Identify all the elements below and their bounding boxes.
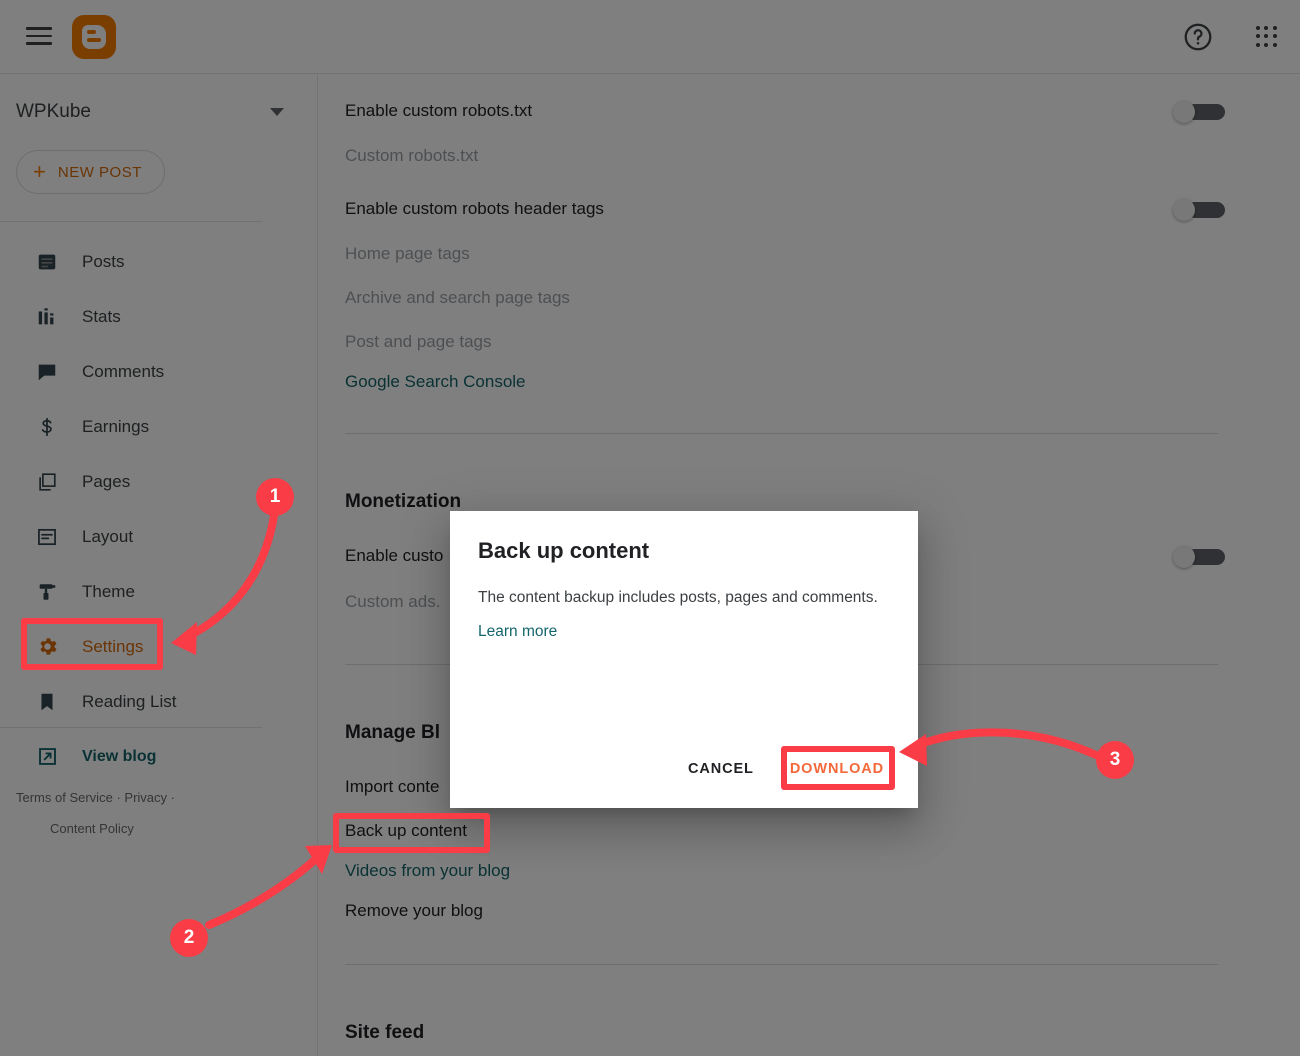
cancel-button[interactable]: CANCEL bbox=[674, 752, 768, 786]
back-up-content-dialog: Back up content The content backup inclu… bbox=[450, 511, 918, 808]
dialog-actions: CANCEL DOWNLOAD bbox=[674, 752, 898, 786]
dialog-body-text: The content backup includes posts, pages… bbox=[478, 589, 878, 606]
dialog-title: Back up content bbox=[478, 538, 650, 563]
download-button[interactable]: DOWNLOAD bbox=[776, 752, 898, 786]
screenshot-root: WPKube + NEW POST bbox=[0, 0, 1300, 1056]
learn-more-link[interactable]: Learn more bbox=[478, 623, 557, 641]
